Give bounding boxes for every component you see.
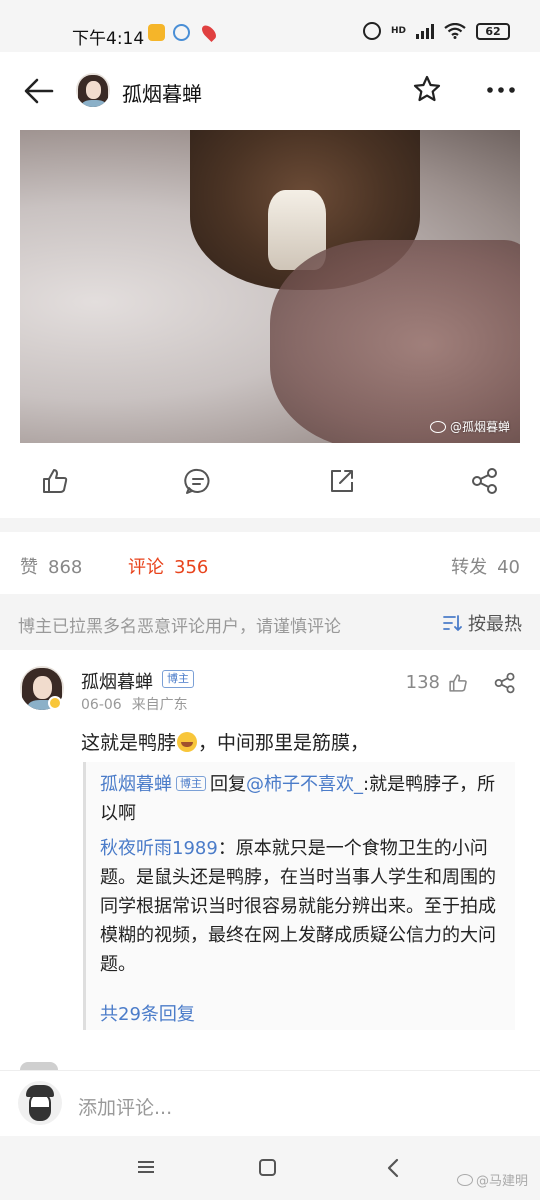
forward-icon[interactable] <box>328 467 356 495</box>
reply-preview[interactable]: 孤烟暮蝉 博主 回复@柿子不喜欢_:就是鸭脖子，所以啊 秋夜听雨1989：原本就只是… <box>83 762 515 1030</box>
laughing-emoji-icon <box>177 731 198 752</box>
comment-location: 来自广东 <box>131 697 188 713</box>
status-bar: 下午4:14 HD 62 <box>0 0 540 52</box>
recent-apps-icon[interactable] <box>137 1160 155 1174</box>
battery-indicator: 62 <box>476 22 510 40</box>
alarm-icon <box>362 22 381 40</box>
reply-author-tag: 博主 <box>176 776 206 791</box>
screenshot-watermark: @马建明 <box>456 1170 528 1189</box>
like-icon[interactable] <box>41 467 69 495</box>
like-icon <box>449 673 467 692</box>
sort-icon <box>443 615 462 631</box>
reply-user[interactable]: 秋夜听雨1989 <box>100 838 218 859</box>
image-hand <box>270 240 520 443</box>
comment-notice-bar: 博主已拉黑多名恶意评论用户，请谨慎评论 按最热 <box>0 594 540 650</box>
back-chevron-icon[interactable] <box>386 1158 400 1178</box>
watermark-text: @孤烟暮蝉 <box>449 420 510 434</box>
status-time: 下午4:14 <box>72 29 145 49</box>
post-actions <box>0 443 540 518</box>
page-title[interactable]: 孤烟暮蝉 <box>122 78 202 107</box>
app-notification-icon <box>148 24 165 41</box>
reply-item: 孤烟暮蝉 博主 回复@柿子不喜欢_:就是鸭脖子，所以啊 <box>100 770 510 828</box>
view-all-replies-link[interactable]: 共29条回复 <box>100 1000 195 1026</box>
star-icon[interactable] <box>412 74 442 104</box>
back-arrow-icon[interactable] <box>22 74 56 108</box>
notice-text: 博主已拉黑多名恶意评论用户，请谨慎评论 <box>18 617 341 637</box>
user-avatar[interactable] <box>18 1081 62 1125</box>
comment-like-count: 138 <box>405 672 440 693</box>
stats-tabs: 赞 868 评论 356 转发 40 <box>0 532 540 594</box>
reply-mention[interactable]: @柿子不喜欢_ <box>246 774 363 795</box>
forwards-count: 40 <box>497 557 520 578</box>
weibo-logo-icon <box>456 1173 473 1186</box>
comment-compose-bar: 添加评论... <box>0 1070 540 1136</box>
system-nav-bar: @马建明 <box>0 1136 540 1200</box>
sort-button[interactable]: 按最热 <box>442 610 522 636</box>
post-image[interactable]: @孤烟暮蝉 <box>20 130 520 443</box>
author-tag: 博主 <box>162 670 194 688</box>
share-icon[interactable] <box>494 672 516 694</box>
notification-icons <box>148 22 219 43</box>
network-label: HD <box>390 25 406 36</box>
likes-count: 868 <box>48 557 83 578</box>
comment-icon[interactable] <box>184 467 212 495</box>
reply-user[interactable]: 孤烟暮蝉 <box>100 774 172 795</box>
comment-like-button[interactable]: 138 <box>406 672 468 693</box>
share-icon[interactable] <box>471 467 499 495</box>
comments-count: 356 <box>174 557 209 578</box>
comment-meta: 06-06 来自广东 <box>81 694 188 714</box>
signal-icon <box>416 23 434 39</box>
commenter-name[interactable]: 孤烟暮蝉 <box>81 668 153 694</box>
wifi-icon <box>444 23 466 39</box>
more-icon[interactable] <box>486 87 516 93</box>
weibo-logo-icon <box>429 420 446 433</box>
sort-label: 按最热 <box>468 614 522 635</box>
verified-badge-icon <box>48 696 62 710</box>
comment-input[interactable]: 添加评论... <box>78 1093 172 1120</box>
author-avatar[interactable] <box>76 73 110 107</box>
section-divider <box>0 518 540 532</box>
reply-word: 回复 <box>210 774 246 795</box>
comment-text: 这就是鸭脖 ，中间那里是筋膜， <box>81 731 370 754</box>
image-watermark: @孤烟暮蝉 <box>429 418 510 435</box>
home-icon[interactable] <box>259 1159 276 1176</box>
tab-likes[interactable]: 赞 868 <box>20 553 82 579</box>
app-notification-icon <box>173 24 190 41</box>
comment-item: 孤烟暮蝉 博主 06-06 来自广东 138 这就是鸭脖 ，中间那里是筋膜， 孤烟暮… <box>0 650 540 1050</box>
reply-item: 秋夜听雨1989：原本就只是一个食物卫生的小问题。是鼠头还是鸭脖，在当时当事人学… <box>100 834 510 979</box>
tab-comments[interactable]: 评论 356 <box>128 553 208 579</box>
next-comment-avatar <box>20 1062 58 1070</box>
tab-forwards[interactable]: 转发 40 <box>451 553 520 579</box>
location-pin-icon <box>199 22 219 43</box>
comment-date: 06-06 <box>81 697 122 713</box>
status-indicators: HD 62 <box>362 22 510 40</box>
